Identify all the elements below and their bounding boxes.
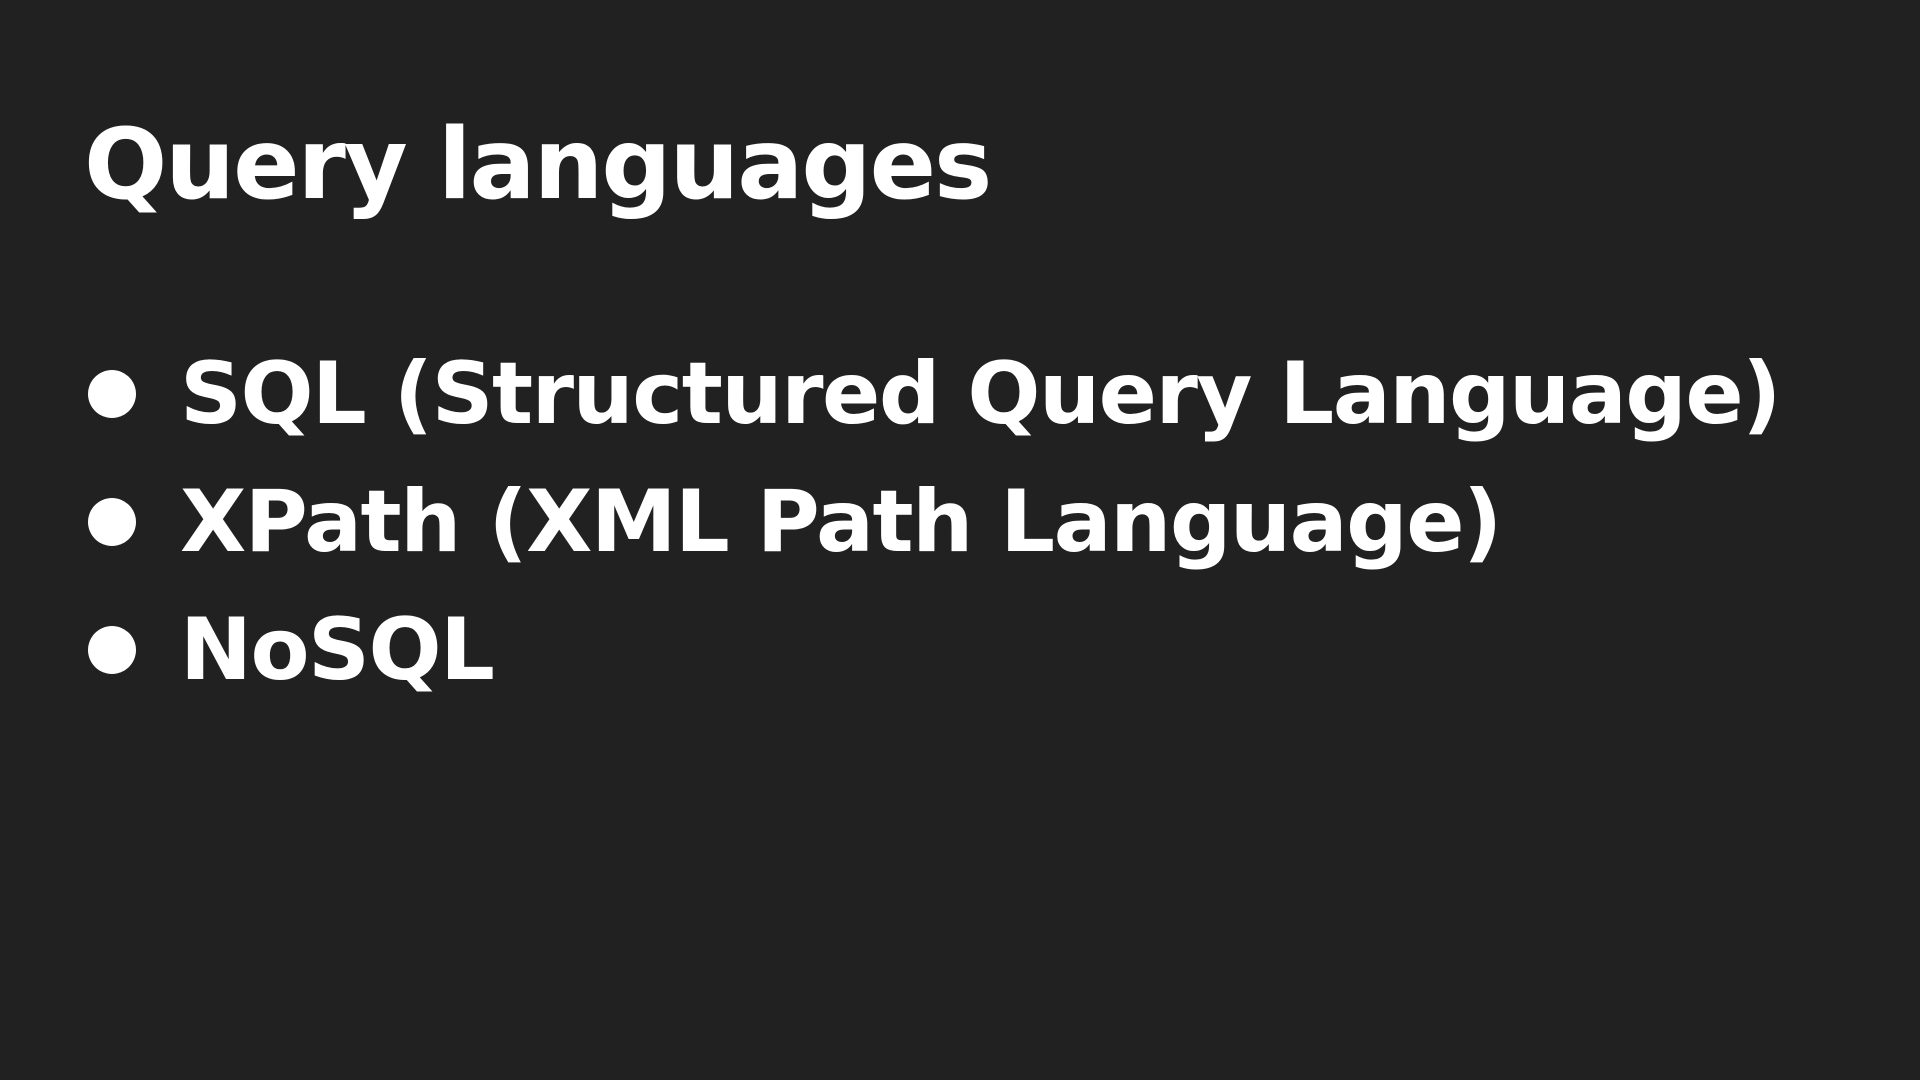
slide: Query languages SQL (Structured Query La… <box>0 0 1920 1080</box>
bullet-icon <box>88 626 136 674</box>
slide-title: Query languages <box>84 108 992 222</box>
list-item: SQL (Structured Query Language) <box>88 330 1781 458</box>
bullet-icon <box>88 498 136 546</box>
bullet-icon <box>88 370 136 418</box>
bullet-list: SQL (Structured Query Language) XPath (X… <box>88 330 1781 714</box>
list-item: NoSQL <box>88 586 1780 714</box>
bullet-text: XPath (XML Path Language) <box>180 472 1502 572</box>
list-item: XPath (XML Path Language) <box>88 458 1780 586</box>
bullet-text: NoSQL <box>180 600 495 700</box>
bullet-text: SQL (Structured Query Language) <box>180 344 1781 444</box>
